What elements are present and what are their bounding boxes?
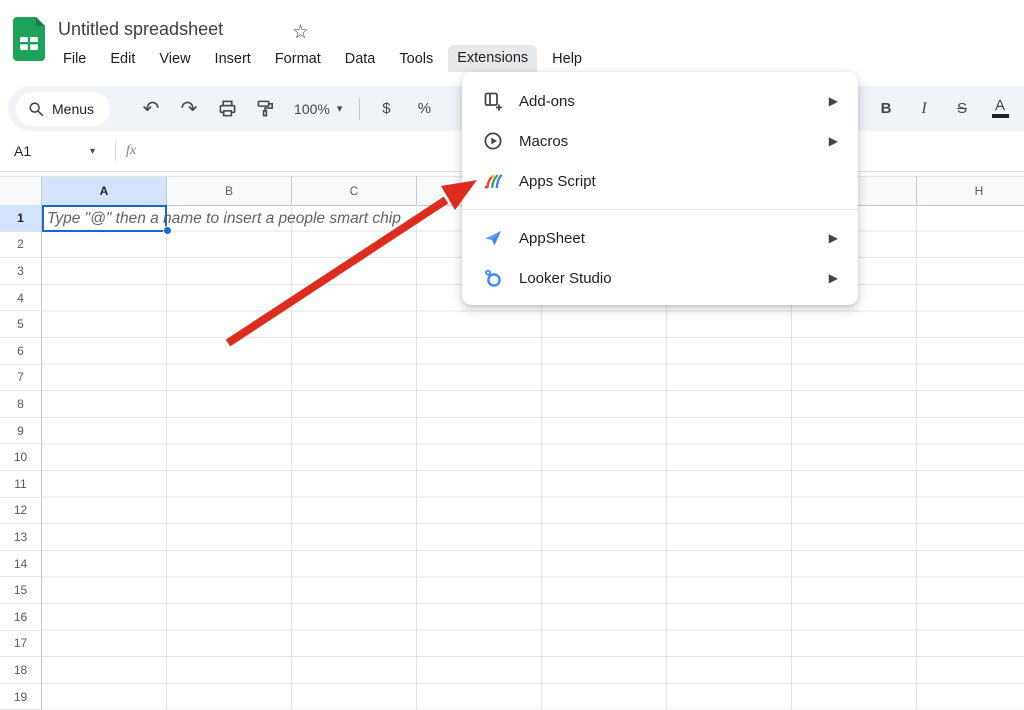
cell-a1-placeholder-text: Type "@" then a name to insert a people … [47, 205, 401, 232]
add-ons-icon [482, 90, 504, 112]
row-header-14[interactable]: 14 [0, 551, 42, 578]
submenu-arrow-icon: ▶ [829, 271, 838, 285]
column-header-B[interactable]: B [167, 176, 292, 206]
row-header-12[interactable]: 12 [0, 498, 42, 525]
submenu-arrow-icon: ▶ [829, 231, 838, 245]
menu-format[interactable]: Format [266, 47, 330, 71]
bold-button[interactable]: B [867, 92, 905, 126]
star-icon[interactable]: ☆ [292, 21, 309, 44]
redo-button[interactable]: ↷ [170, 92, 208, 126]
paint-format-button[interactable] [246, 92, 284, 126]
row-header-9[interactable]: 9 [0, 418, 42, 445]
strikethrough-button[interactable]: S [943, 92, 981, 126]
menu-item-looker-studio[interactable]: Looker Studio ▶ [462, 258, 858, 298]
formula-bar-divider [115, 141, 116, 161]
bold-icon: B [881, 100, 892, 117]
search-icon [28, 101, 44, 117]
row-header-2[interactable]: 2 [0, 232, 42, 259]
column-header-H[interactable]: H [917, 176, 1024, 206]
extensions-dropdown-menu: Add-ons ▶ Macros ▶ Apps Script [462, 72, 858, 305]
apps-script-icon [482, 170, 504, 192]
menu-bar: File Edit View Insert Format Data Tools … [54, 45, 591, 72]
paint-format-icon [256, 99, 275, 118]
row-header-18[interactable]: 18 [0, 657, 42, 684]
row-header-3[interactable]: 3 [0, 258, 42, 285]
column-header-A[interactable]: A [42, 176, 167, 206]
row-header-16[interactable]: 16 [0, 604, 42, 631]
menu-file[interactable]: File [54, 47, 95, 71]
chevron-down-icon: ▾ [337, 102, 343, 115]
document-title[interactable]: Untitled spreadsheet [58, 19, 223, 40]
row-header-19[interactable]: 19 [0, 684, 42, 710]
text-color-icon: A [995, 99, 1005, 113]
menus-search-button[interactable]: Menus [16, 92, 110, 126]
menu-item-label: Macros [519, 133, 814, 150]
row-header-15[interactable]: 15 [0, 577, 42, 604]
fx-icon: fx [126, 143, 136, 159]
row-header-4[interactable]: 4 [0, 285, 42, 312]
toolbar-divider [359, 98, 360, 120]
row-header-10[interactable]: 10 [0, 444, 42, 471]
row-header-7[interactable]: 7 [0, 365, 42, 392]
italic-button[interactable]: I [905, 92, 943, 126]
menu-divider [462, 209, 858, 210]
zoom-control[interactable]: 100% ▾ [284, 101, 352, 117]
menu-help[interactable]: Help [543, 47, 591, 71]
menu-item-label: Add-ons [519, 93, 814, 110]
menu-item-macros[interactable]: Macros ▶ [462, 121, 858, 161]
menu-item-apps-script[interactable]: Apps Script [462, 161, 858, 201]
name-box[interactable]: A1 [0, 143, 90, 159]
macros-icon [482, 130, 504, 152]
menu-tools[interactable]: Tools [390, 47, 442, 71]
menu-edit[interactable]: Edit [101, 47, 144, 71]
chevron-down-icon[interactable]: ▾ [90, 146, 95, 157]
submenu-arrow-icon: ▶ [829, 94, 838, 108]
appsheet-icon [482, 227, 504, 249]
row-header-11[interactable]: 11 [0, 471, 42, 498]
menu-item-label: Apps Script [519, 173, 838, 190]
menu-data[interactable]: Data [336, 47, 385, 71]
looker-studio-icon [482, 267, 504, 289]
print-button[interactable] [208, 92, 246, 126]
menu-item-label: AppSheet [519, 230, 814, 247]
column-header-C[interactable]: C [292, 176, 417, 206]
row-header-6[interactable]: 6 [0, 338, 42, 365]
menus-label: Menus [52, 101, 94, 117]
redo-icon: ↷ [181, 96, 198, 121]
currency-icon: $ [382, 100, 390, 117]
row-header-5[interactable]: 5 [0, 311, 42, 338]
row-header-17[interactable]: 17 [0, 631, 42, 658]
row-header-13[interactable]: 13 [0, 524, 42, 551]
format-percent-button[interactable]: % [405, 92, 443, 126]
zoom-value: 100% [294, 101, 330, 117]
print-icon [218, 99, 237, 118]
format-currency-button[interactable]: $ [367, 92, 405, 126]
menu-insert[interactable]: Insert [206, 47, 260, 71]
text-color-button[interactable]: A [981, 92, 1019, 126]
undo-button[interactable]: ↶ [132, 92, 170, 126]
submenu-arrow-icon: ▶ [829, 134, 838, 148]
menu-item-label: Looker Studio [519, 270, 814, 287]
undo-icon: ↶ [143, 96, 160, 121]
toolbar-right-group: B I S A [867, 86, 1024, 131]
strikethrough-icon: S [957, 100, 967, 117]
italic-icon: I [921, 100, 926, 118]
percent-icon: % [418, 100, 431, 117]
row-header-1[interactable]: 1 [0, 205, 42, 232]
row-header-8[interactable]: 8 [0, 391, 42, 418]
text-color-bar [992, 114, 1009, 118]
menu-item-appsheet[interactable]: AppSheet ▶ [462, 218, 858, 258]
google-sheets-logo [12, 16, 46, 62]
menu-view[interactable]: View [150, 47, 199, 71]
select-all-corner[interactable] [0, 176, 42, 206]
menu-item-add-ons[interactable]: Add-ons ▶ [462, 81, 858, 121]
menu-extensions[interactable]: Extensions [448, 45, 537, 72]
